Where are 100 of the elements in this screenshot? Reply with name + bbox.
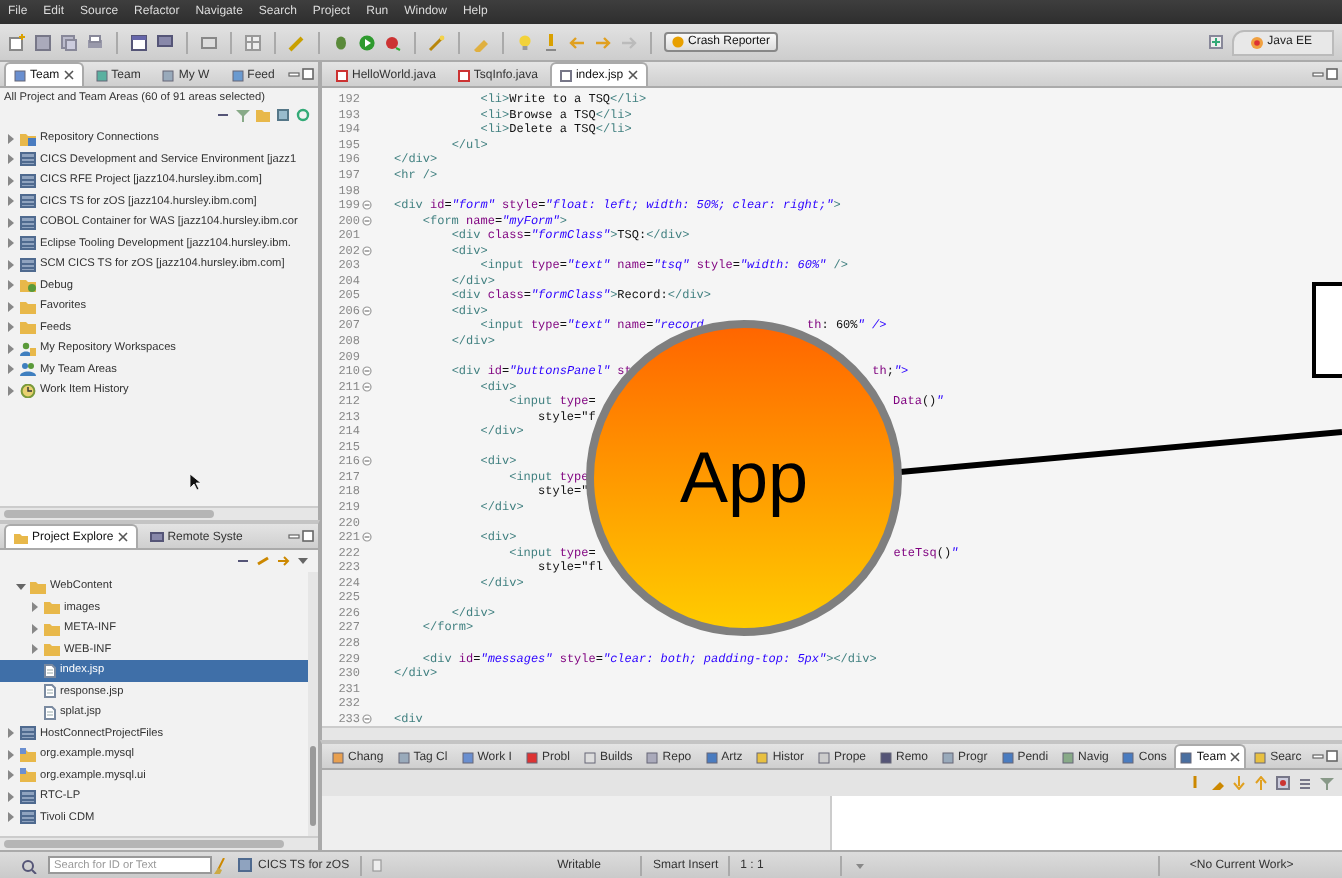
file-icon: [44, 705, 56, 720]
search-icon[interactable]: [20, 857, 38, 873]
minimize-icon[interactable]: [288, 68, 300, 80]
expanded-twisty-icon[interactable]: [16, 581, 26, 592]
maximize-icon[interactable]: [1326, 68, 1338, 80]
window-icon[interactable]: [130, 33, 148, 51]
collapsed-twisty-icon[interactable]: [6, 791, 16, 802]
collapsed-twisty-icon[interactable]: [6, 728, 16, 739]
close-icon[interactable]: [117, 532, 128, 542]
collapsed-twisty-icon[interactable]: [6, 133, 16, 144]
lightbulb-icon[interactable]: [516, 33, 534, 51]
play-icon[interactable]: [358, 33, 376, 51]
arrows-icon[interactable]: [276, 554, 290, 568]
stack-icon: [20, 194, 36, 209]
view-icon: [1180, 751, 1193, 763]
stack-icon: [238, 858, 252, 872]
layers-icon[interactable]: [276, 108, 290, 122]
scrollbar[interactable]: [0, 506, 318, 520]
fold-icon[interactable]: [362, 305, 372, 316]
wand-icon[interactable]: [428, 33, 446, 51]
collapsed-twisty-icon[interactable]: [6, 175, 16, 186]
view-icon: [880, 751, 892, 763]
maximize-icon[interactable]: [302, 68, 314, 80]
stack-icon: [20, 173, 36, 188]
printer-icon[interactable]: [86, 33, 104, 51]
dropdown-icon[interactable]: [851, 859, 868, 871]
view-icon: [1062, 751, 1075, 763]
stack-icon: [20, 152, 36, 167]
collapsed-twisty-icon[interactable]: [6, 749, 16, 760]
minimize-icon[interactable]: [288, 530, 300, 542]
view-icon: [705, 751, 718, 763]
collapsed-twisty-icon[interactable]: [6, 770, 16, 781]
monitor-icon: [149, 531, 164, 543]
collapse-icon[interactable]: [236, 554, 250, 568]
collapsed-twisty-icon[interactable]: [6, 301, 16, 312]
collapsed-twisty-icon[interactable]: [6, 364, 16, 375]
pen-icon[interactable]: [1210, 776, 1224, 790]
view-icon: [646, 751, 659, 763]
fold-icon[interactable]: [362, 200, 372, 211]
monitor-icon[interactable]: [156, 33, 174, 51]
disks-icon[interactable]: [60, 33, 78, 51]
collapsed-twisty-icon[interactable]: [6, 343, 16, 354]
collapsed-twisty-icon[interactable]: [6, 217, 16, 228]
stack-icon: [20, 236, 36, 251]
folder-icon: [20, 747, 36, 762]
fold-icon[interactable]: [362, 245, 372, 256]
collapsed-twisty-icon[interactable]: [30, 623, 40, 634]
close-icon[interactable]: [63, 70, 74, 80]
open-perspective-icon[interactable]: [1207, 34, 1224, 50]
file-icon: [44, 684, 56, 699]
cursor-icon: [190, 473, 200, 490]
folder-icon[interactable]: [256, 108, 270, 122]
close-icon[interactable]: [627, 70, 638, 80]
view-menu-icon[interactable]: [296, 554, 310, 568]
globe-icon: [1249, 35, 1264, 49]
back-arrow-icon[interactable]: [568, 33, 586, 51]
sync-icon[interactable]: [1276, 776, 1290, 790]
collapsed-twisty-icon[interactable]: [6, 196, 16, 207]
fold-icon[interactable]: [362, 215, 372, 226]
stack-icon: [20, 215, 36, 230]
scrollbar[interactable]: [322, 726, 1342, 740]
collapse-icon[interactable]: [216, 108, 230, 122]
fold-icon[interactable]: [362, 532, 372, 543]
refresh-icon[interactable]: [296, 108, 310, 122]
collapsed-twisty-icon[interactable]: [6, 238, 16, 249]
maximize-icon[interactable]: [302, 530, 314, 542]
folder-icon: [14, 531, 28, 543]
folder-icon: [20, 768, 36, 783]
minimize-icon[interactable]: [1312, 68, 1324, 80]
forward-arrow-icon[interactable]: [594, 33, 612, 51]
scrollbar[interactable]: [308, 572, 318, 836]
list-icon[interactable]: [1298, 776, 1312, 790]
fold-icon[interactable]: [362, 381, 372, 392]
collapsed-twisty-icon[interactable]: [6, 259, 16, 270]
view-icon: [397, 751, 410, 763]
collapsed-twisty-icon[interactable]: [6, 322, 16, 333]
new-icon[interactable]: [8, 33, 26, 51]
fold-icon[interactable]: [362, 713, 372, 724]
collapsed-twisty-icon[interactable]: [30, 644, 40, 655]
stack-icon: [20, 810, 36, 825]
filter-icon[interactable]: [1320, 776, 1334, 790]
minimize-icon[interactable]: [1312, 750, 1324, 762]
collapsed-twisty-icon[interactable]: [30, 602, 40, 613]
scrollbar[interactable]: [0, 836, 318, 850]
collapsed-twisty-icon[interactable]: [6, 154, 16, 165]
up-arrow-icon[interactable]: [1254, 776, 1268, 790]
table-icon[interactable]: [244, 33, 262, 51]
bug-icon[interactable]: [332, 33, 350, 51]
fold-icon[interactable]: [362, 456, 372, 467]
collapsed-twisty-icon[interactable]: [6, 280, 16, 291]
warning-icon: [672, 36, 684, 48]
view-icon: [461, 751, 474, 763]
down-arrow-icon[interactable]: [1232, 776, 1246, 790]
collapsed-twisty-icon[interactable]: [6, 385, 16, 396]
collapsed-twisty-icon[interactable]: [6, 812, 16, 823]
filter-icon[interactable]: [236, 108, 250, 122]
maximize-icon[interactable]: [1326, 750, 1338, 762]
fold-icon[interactable]: [362, 366, 372, 377]
close-icon[interactable]: [1230, 752, 1241, 762]
broom-icon[interactable]: [212, 857, 228, 873]
